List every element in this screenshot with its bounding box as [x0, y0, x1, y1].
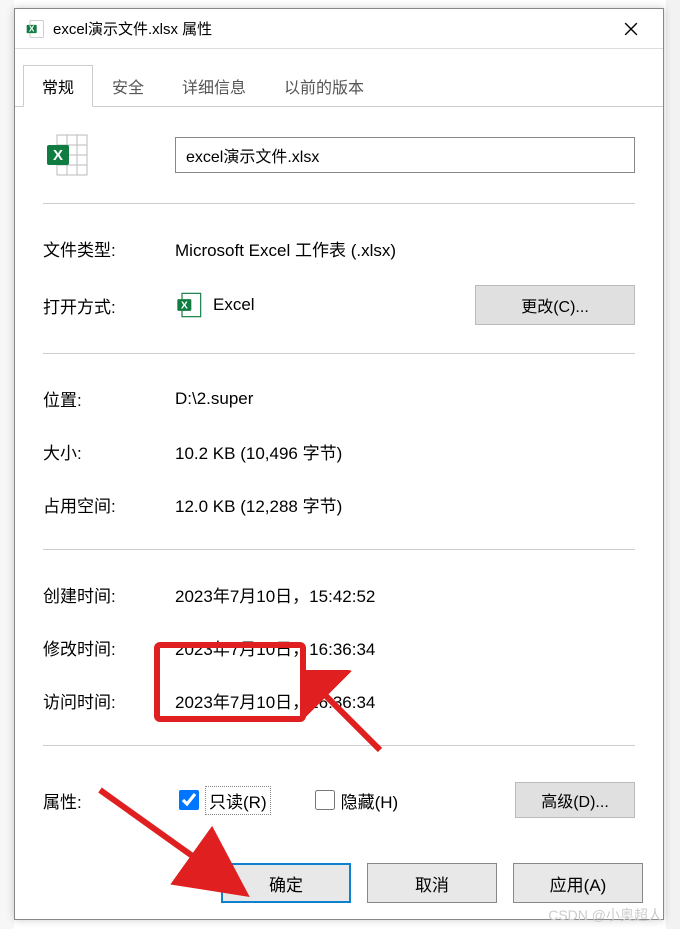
hidden-wrap: 隐藏(H)	[311, 787, 399, 813]
tab-security[interactable]: 安全	[93, 65, 163, 107]
location-row: 位置: D:\2.super	[43, 372, 635, 425]
general-panel: X 文件类型: Microsoft Excel 工作表 (.xlsx) 打开方式…	[15, 107, 663, 836]
modified-label: 修改时间:	[43, 635, 175, 660]
accessed-value: 2023年7月10日，16:36:34	[175, 688, 635, 713]
close-button[interactable]	[609, 13, 653, 45]
openwith-label: 打开方式:	[43, 293, 175, 318]
excel-file-icon: X	[25, 19, 45, 39]
tab-details[interactable]: 详细信息	[163, 65, 265, 107]
dialog-footer: 确定 取消 应用(A)	[221, 863, 643, 903]
divider-3	[43, 549, 635, 550]
sizeondisk-value: 12.0 KB (12,288 字节)	[175, 492, 635, 517]
created-row: 创建时间: 2023年7月10日，15:42:52	[43, 568, 635, 621]
attributes-row: 属性: 只读(R) 隐藏(H) 高级(D)...	[43, 764, 635, 836]
apply-button[interactable]: 应用(A)	[513, 863, 643, 903]
change-button[interactable]: 更改(C)...	[475, 285, 635, 325]
excel-large-icon: X	[43, 131, 91, 179]
tab-strip: 常规 安全 详细信息 以前的版本	[15, 49, 663, 107]
sizeondisk-row: 占用空间: 12.0 KB (12,288 字节)	[43, 478, 635, 531]
hidden-checkbox[interactable]	[315, 790, 335, 810]
filetype-row: 文件类型: Microsoft Excel 工作表 (.xlsx)	[43, 222, 635, 275]
tab-previous-versions[interactable]: 以前的版本	[265, 65, 383, 107]
close-icon	[624, 22, 638, 36]
divider-4	[43, 745, 635, 746]
readonly-wrap: 只读(R)	[175, 786, 271, 815]
filename-input[interactable]	[175, 137, 635, 173]
watermark-text: CSDN @小奥超人	[548, 905, 662, 925]
svg-text:X: X	[29, 23, 35, 33]
advanced-button[interactable]: 高级(D)...	[515, 782, 635, 818]
sizeondisk-label: 占用空间:	[43, 492, 175, 517]
accessed-row: 访问时间: 2023年7月10日，16:36:34	[43, 674, 635, 727]
location-value: D:\2.super	[175, 389, 635, 409]
location-label: 位置:	[43, 386, 175, 411]
created-value: 2023年7月10日，15:42:52	[175, 582, 635, 607]
accessed-label: 访问时间:	[43, 688, 175, 713]
background-right-strip	[666, 0, 680, 929]
readonly-label[interactable]: 只读(R)	[205, 786, 271, 815]
openwith-value: Excel	[213, 295, 475, 315]
attributes-label: 属性:	[43, 788, 175, 813]
file-header-row: X	[43, 131, 635, 179]
filetype-label: 文件类型:	[43, 236, 175, 261]
size-value: 10.2 KB (10,496 字节)	[175, 439, 635, 464]
excel-app-icon: X	[175, 291, 203, 319]
divider-1	[43, 203, 635, 204]
divider-2	[43, 353, 635, 354]
size-row: 大小: 10.2 KB (10,496 字节)	[43, 425, 635, 478]
filetype-value: Microsoft Excel 工作表 (.xlsx)	[175, 236, 635, 261]
size-label: 大小:	[43, 439, 175, 464]
svg-text:X: X	[181, 300, 188, 312]
modified-row: 修改时间: 2023年7月10日，16:36:34	[43, 621, 635, 674]
properties-dialog: X excel演示文件.xlsx 属性 常规 安全 详细信息 以前的版本	[14, 8, 664, 920]
ok-button[interactable]: 确定	[221, 863, 351, 903]
tab-general[interactable]: 常规	[23, 65, 93, 107]
openwith-row: 打开方式: X Excel 更改(C)...	[43, 275, 635, 335]
svg-text:X: X	[53, 147, 63, 164]
modified-value: 2023年7月10日，16:36:34	[175, 635, 635, 660]
hidden-label[interactable]: 隐藏(H)	[341, 788, 399, 813]
cancel-button[interactable]: 取消	[367, 863, 497, 903]
background-left-strip	[0, 0, 14, 929]
titlebar: X excel演示文件.xlsx 属性	[15, 9, 663, 49]
window-title: excel演示文件.xlsx 属性	[53, 18, 609, 39]
readonly-checkbox[interactable]	[179, 790, 199, 810]
created-label: 创建时间:	[43, 582, 175, 607]
